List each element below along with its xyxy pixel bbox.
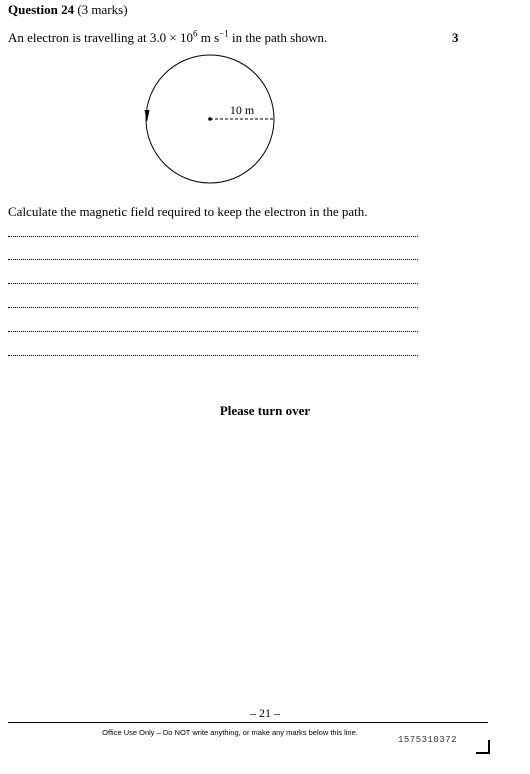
answer-line[interactable]: [8, 283, 418, 284]
page-number: – 21 –: [250, 706, 280, 720]
question-instruction: Calculate the magnetic field required to…: [8, 204, 368, 219]
intro-unit-exponent: −1: [219, 28, 229, 39]
question-marks: (3 marks): [77, 2, 128, 17]
answer-line[interactable]: [8, 355, 418, 356]
office-use-notice: Office Use Only – Do NOT write anything,…: [102, 728, 358, 737]
intro-suffix: in the path shown.: [228, 30, 328, 45]
answer-line[interactable]: [8, 259, 418, 260]
footer-divider: [8, 722, 488, 723]
answer-line[interactable]: [8, 307, 418, 308]
circular-path-diagram: 10 m: [144, 54, 275, 184]
question-intro: An electron is travelling at 3.0 × 106 m…: [8, 28, 328, 46]
question-heading: Question 24 (3 marks): [8, 2, 128, 18]
registration-corner-icon: [476, 740, 490, 754]
marks-value: 3: [452, 30, 459, 45]
answer-line[interactable]: [8, 236, 418, 237]
radius-label: 10 m: [230, 103, 255, 117]
turn-over-note: Please turn over: [219, 403, 311, 418]
intro-unit: m s: [197, 30, 220, 45]
answer-line[interactable]: [8, 331, 418, 332]
barcode-number: 1575310372: [398, 735, 458, 745]
question-number: Question 24: [8, 2, 75, 17]
intro-prefix: An electron is travelling at 3.0 × 10: [8, 30, 193, 45]
direction-arrow-icon: [144, 110, 150, 122]
